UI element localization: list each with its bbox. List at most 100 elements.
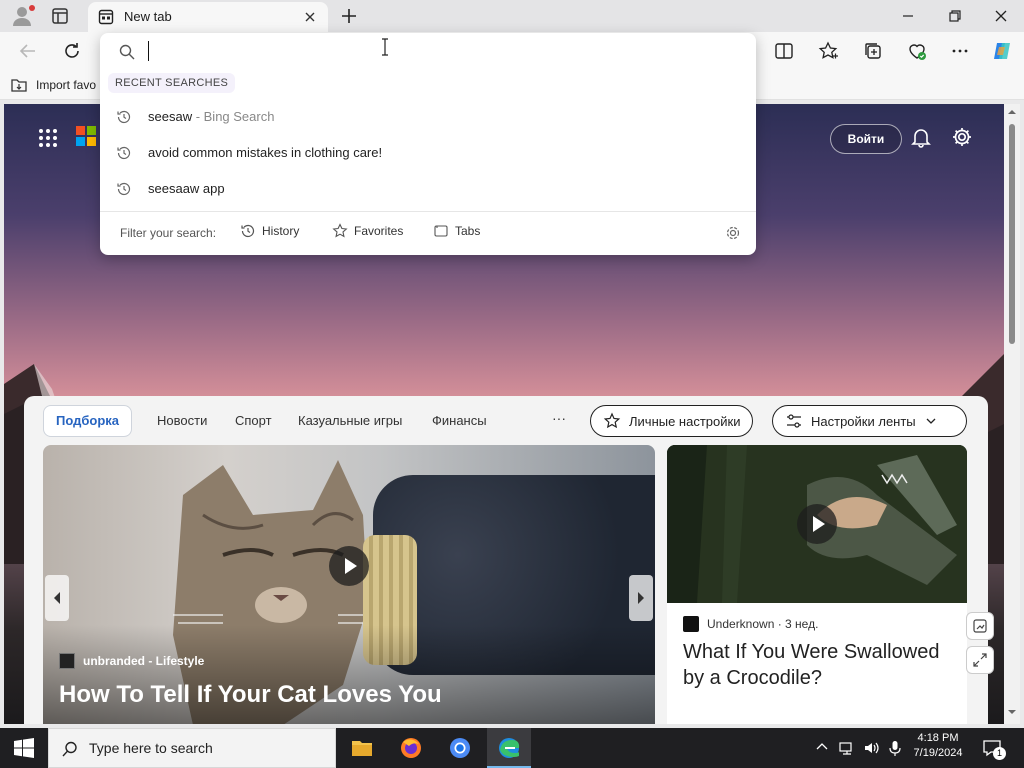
search-icon (62, 741, 77, 757)
edge-icon[interactable] (487, 728, 531, 768)
tabs-icon (434, 225, 448, 237)
file-explorer-icon[interactable] (340, 728, 384, 768)
microphone-icon[interactable] (886, 739, 904, 757)
browser-essentials-icon[interactable] (905, 39, 929, 63)
filter-favorites-label: Favorites (354, 224, 404, 238)
back-arrow-icon[interactable] (16, 39, 40, 63)
address-input-caret[interactable] (148, 41, 149, 61)
page-scrollbar[interactable] (1004, 104, 1020, 724)
recent-searches-header: RECENT SEARCHES (108, 73, 236, 93)
text-cursor-icon (380, 38, 390, 56)
dropdown-divider (100, 211, 756, 212)
import-favorites-item[interactable]: Import favo (10, 76, 96, 94)
chevron-down-icon (926, 418, 936, 424)
clock-time: 4:18 PM (917, 732, 959, 744)
article-source: Underknown · 3 нед. (683, 616, 818, 632)
publisher-logo-icon (59, 653, 75, 669)
carousel-next-button[interactable] (629, 575, 653, 621)
feed-tab-finance[interactable]: Финансы (432, 413, 487, 428)
article-source: unbranded - Lifestyle (59, 653, 204, 669)
sliders-icon (787, 414, 801, 428)
search-settings-gear-icon[interactable] (724, 224, 742, 242)
play-video-icon[interactable] (797, 504, 837, 544)
filter-history-button[interactable]: History (240, 223, 299, 239)
close-tab-icon[interactable] (302, 9, 318, 25)
taskbar: Type here to search 4:18 PM 7/19/2024 1 (0, 728, 1024, 768)
secondary-article-card[interactable]: Underknown · 3 нед. What If You Were Swa… (667, 445, 967, 724)
article-age-label: · 3 нед. (774, 617, 819, 631)
network-icon[interactable] (838, 739, 856, 757)
restore-button[interactable] (943, 4, 967, 28)
filter-tabs-label: Tabs (455, 224, 481, 238)
featured-article-card[interactable]: unbranded - Lifestyle How To Tell If You… (43, 445, 655, 724)
play-video-icon[interactable] (329, 546, 369, 586)
image-search-icon[interactable] (966, 612, 994, 640)
profile-alert-dot (29, 5, 35, 11)
sign-in-button[interactable]: Войти (830, 124, 902, 154)
card-shade (43, 625, 655, 724)
feed-tab-casual-games[interactable]: Казуальные игры (298, 413, 402, 428)
windows-start-icon[interactable] (14, 738, 34, 758)
filter-tabs-button[interactable]: Tabs (433, 223, 480, 239)
taskbar-clock[interactable]: 4:18 PM 7/19/2024 (908, 732, 968, 759)
taskbar-search-placeholder: Type here to search (89, 740, 213, 756)
new-tab-button[interactable] (338, 5, 360, 27)
history-clock-icon (241, 224, 255, 238)
title-bar: New tab (0, 0, 1024, 32)
star-icon (332, 223, 348, 238)
app-launcher-icon[interactable] (38, 128, 58, 148)
chrome-icon[interactable] (438, 728, 482, 768)
filter-label: Filter your search: (120, 226, 217, 240)
close-window-button[interactable] (989, 4, 1013, 28)
feed-tab-active[interactable]: Подборка (43, 405, 133, 437)
tab-actions-icon[interactable] (50, 6, 70, 26)
feed-tab-sport[interactable]: Спорт (235, 413, 272, 428)
article-source-label: unbranded - Lifestyle (83, 654, 205, 668)
tab-new-tab[interactable]: New tab (88, 2, 328, 32)
expand-icon[interactable] (966, 646, 994, 674)
notifications-bell-icon[interactable] (910, 126, 932, 148)
volume-icon[interactable] (862, 739, 880, 757)
suggestion-item[interactable]: avoid common mistakes in clothing care! (100, 135, 756, 171)
feed-settings-button[interactable]: Настройки ленты (772, 405, 967, 437)
collections-icon[interactable] (861, 39, 885, 63)
personal-settings-label: Личные настройки (629, 413, 741, 429)
show-hidden-icons-chevron-icon[interactable] (815, 740, 829, 754)
scrollbar-thumb[interactable] (1009, 124, 1015, 344)
article-title[interactable]: What If You Were Swallowed by a Crocodil… (683, 639, 953, 691)
suggestion-text: avoid common mistakes in clothing care! (148, 145, 383, 160)
tab-title: New tab (124, 9, 172, 24)
new-tab-page-icon (98, 9, 114, 25)
scroll-down-icon[interactable] (1008, 708, 1016, 716)
copilot-icon[interactable] (990, 39, 1014, 63)
article-title[interactable]: How To Tell If Your Cat Loves You (59, 681, 442, 709)
filter-favorites-button[interactable]: Favorites (332, 223, 403, 239)
search-icon (118, 43, 136, 61)
page-settings-gear-icon[interactable] (950, 125, 974, 149)
filter-history-label: History (262, 224, 300, 238)
more-options-icon[interactable] (948, 39, 972, 63)
refresh-icon[interactable] (60, 39, 84, 63)
split-screen-icon[interactable] (772, 39, 796, 63)
suggestion-item[interactable]: seesaw - Bing Search (100, 99, 756, 135)
article-source-label: Underknown (707, 617, 775, 631)
carousel-prev-button[interactable] (45, 575, 69, 621)
suggestion-text: seesaw (148, 109, 193, 124)
personal-settings-button[interactable]: Личные настройки (590, 405, 754, 437)
favorites-star-icon[interactable] (816, 39, 840, 63)
address-bar-dropdown: RECENT SEARCHES seesaw - Bing Search avo… (100, 33, 756, 255)
minimize-button[interactable] (896, 4, 920, 28)
feed-more-button[interactable]: ··· (552, 410, 566, 426)
suggestion-item[interactable]: seesaaw app (100, 171, 756, 207)
import-folder-icon (11, 79, 27, 92)
taskbar-search-box[interactable]: Type here to search (48, 728, 336, 768)
scroll-up-icon[interactable] (1008, 108, 1016, 116)
feed-tab-news[interactable]: Новости (157, 413, 207, 428)
publisher-logo-icon (683, 616, 699, 632)
news-feed-panel: Подборка Новости Спорт Казуальные игры Ф… (24, 396, 994, 724)
clock-date: 7/19/2024 (913, 747, 963, 759)
firefox-icon[interactable] (389, 728, 433, 768)
history-clock-icon (116, 181, 132, 197)
microsoft-logo-icon[interactable] (76, 126, 96, 146)
history-clock-icon (116, 109, 132, 125)
